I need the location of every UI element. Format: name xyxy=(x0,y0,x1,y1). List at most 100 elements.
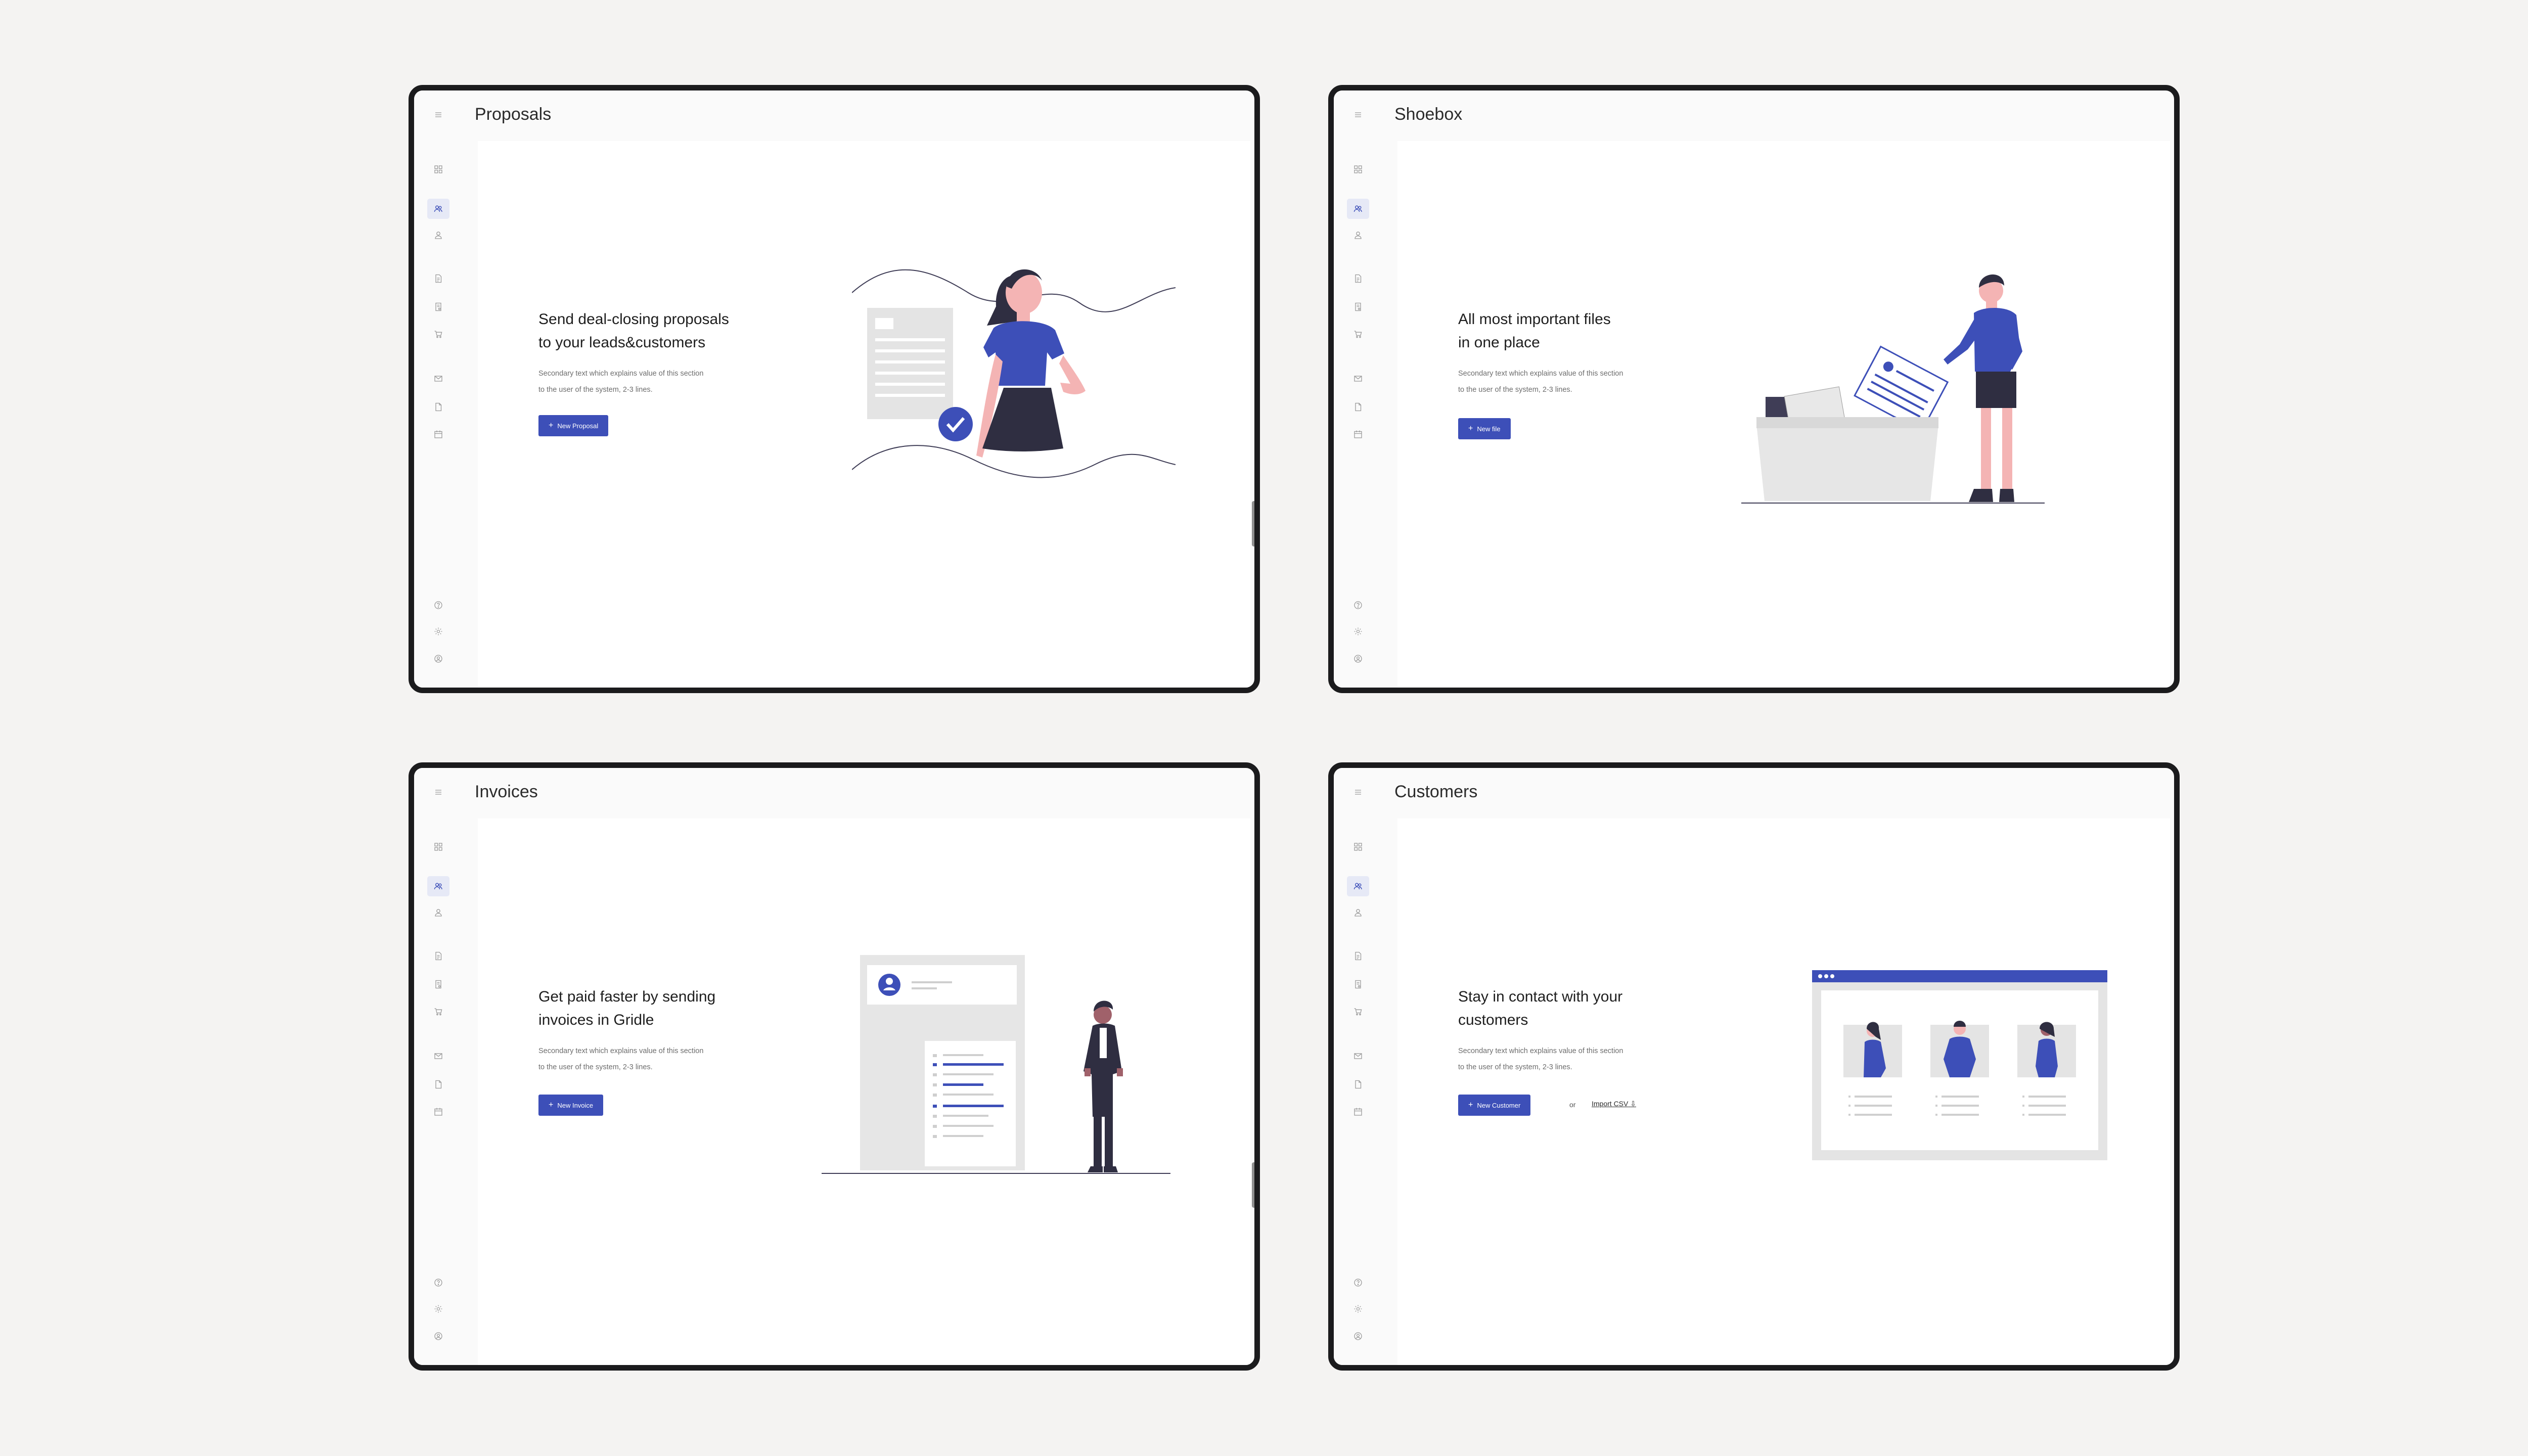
plus-icon: + xyxy=(1468,1101,1473,1109)
user-icon[interactable] xyxy=(431,228,445,242)
cart-icon[interactable] xyxy=(431,1005,445,1019)
user-icon[interactable] xyxy=(1351,228,1365,242)
menu-icon[interactable] xyxy=(431,108,445,122)
button-label: New Proposal xyxy=(557,422,599,430)
plus-icon: + xyxy=(1468,424,1473,433)
file-icon[interactable] xyxy=(1351,400,1365,414)
page-title: Invoices xyxy=(475,782,538,801)
mail-icon[interactable] xyxy=(431,372,445,386)
account-icon[interactable] xyxy=(431,652,445,666)
import-csv-link[interactable]: Import CSV ⇩ xyxy=(1592,1100,1636,1108)
dashboard-icon[interactable] xyxy=(431,162,445,176)
device-frame-proposals: Proposals Send deal-closing proposals to… xyxy=(409,85,1260,693)
plus-icon: + xyxy=(549,1101,554,1109)
invoice-icon[interactable] xyxy=(431,300,445,314)
dashboard-icon[interactable] xyxy=(1351,162,1365,176)
document-icon[interactable] xyxy=(1351,271,1365,286)
description-line: Secondary text which explains value of t… xyxy=(538,1047,704,1055)
document-icon[interactable] xyxy=(1351,949,1365,963)
button-label: New file xyxy=(1477,425,1501,433)
document-icon[interactable] xyxy=(431,271,445,286)
document-icon[interactable] xyxy=(431,949,445,963)
cart-icon[interactable] xyxy=(1351,327,1365,341)
empty-state-headline: Send deal-closing proposals to your lead… xyxy=(538,308,781,354)
help-icon[interactable] xyxy=(431,598,445,612)
mail-icon[interactable] xyxy=(1351,1049,1365,1063)
headline-line: customers xyxy=(1458,1012,1528,1028)
empty-state-headline: Get paid faster by sending invoices in G… xyxy=(538,985,781,1032)
calendar-icon[interactable] xyxy=(1351,427,1365,441)
empty-state-description: Secondary text which explains value of t… xyxy=(538,1043,771,1075)
description-line: to the user of the system, 2-3 lines. xyxy=(538,1063,653,1071)
user-icon[interactable] xyxy=(431,905,445,920)
headline-line: Send deal-closing proposals xyxy=(538,311,729,328)
sidebar xyxy=(414,90,465,688)
invoice-icon[interactable] xyxy=(431,977,445,991)
new-proposal-button[interactable]: + New Proposal xyxy=(538,415,609,436)
headline-line: All most important files xyxy=(1458,311,1611,328)
calendar-icon[interactable] xyxy=(431,427,445,441)
settings-icon[interactable] xyxy=(1351,624,1365,639)
invoice-illustration xyxy=(822,955,1170,1174)
new-customer-button[interactable]: + New Customer xyxy=(1458,1095,1531,1116)
new-invoice-button[interactable]: + New Invoice xyxy=(538,1095,604,1116)
calendar-icon[interactable] xyxy=(431,1105,445,1119)
sidebar xyxy=(1334,90,1384,688)
page-title: Proposals xyxy=(475,105,552,124)
sidebar xyxy=(1334,768,1384,1365)
mail-icon[interactable] xyxy=(1351,372,1365,386)
new-file-button[interactable]: + New file xyxy=(1458,418,1511,439)
headline-line: to your leads&customers xyxy=(538,334,706,351)
help-icon[interactable] xyxy=(1351,598,1365,612)
scrollbar-handle[interactable] xyxy=(1252,501,1254,547)
description-line: Secondary text which explains value of t… xyxy=(538,370,704,378)
scrollbar-handle[interactable] xyxy=(1252,1162,1254,1208)
page-title: Shoebox xyxy=(1394,105,1463,124)
invoice-icon[interactable] xyxy=(1351,300,1365,314)
menu-icon[interactable] xyxy=(1351,108,1365,122)
customers-illustration xyxy=(1812,970,2107,1160)
description-line: Secondary text which explains value of t… xyxy=(1458,370,1623,378)
file-icon[interactable] xyxy=(1351,1077,1365,1091)
menu-icon[interactable] xyxy=(431,785,445,799)
empty-state-panel: All most important files in one place Se… xyxy=(1397,141,2170,688)
file-icon[interactable] xyxy=(431,400,445,414)
mail-icon[interactable] xyxy=(431,1049,445,1063)
empty-state-panel: Get paid faster by sending invoices in G… xyxy=(478,818,1250,1365)
dashboard-icon[interactable] xyxy=(431,840,445,854)
headline-line: Get paid faster by sending xyxy=(538,988,716,1005)
users-icon[interactable] xyxy=(1347,876,1369,896)
help-icon[interactable] xyxy=(1351,1276,1365,1290)
users-icon[interactable] xyxy=(427,876,449,896)
cart-icon[interactable] xyxy=(431,327,445,341)
shoebox-illustration xyxy=(1741,274,2045,504)
settings-icon[interactable] xyxy=(431,1302,445,1316)
calendar-icon[interactable] xyxy=(1351,1105,1365,1119)
page-title: Customers xyxy=(1394,782,1478,801)
empty-state-panel: Send deal-closing proposals to your lead… xyxy=(478,141,1250,688)
menu-icon[interactable] xyxy=(1351,785,1365,799)
button-label: New Invoice xyxy=(557,1101,594,1109)
account-icon[interactable] xyxy=(1351,652,1365,666)
sidebar xyxy=(414,768,465,1365)
invoice-icon[interactable] xyxy=(1351,977,1365,991)
account-icon[interactable] xyxy=(431,1329,445,1343)
empty-state-panel: Stay in contact with your customers Seco… xyxy=(1397,818,2170,1365)
users-icon[interactable] xyxy=(427,199,449,219)
headline-line: Stay in contact with your xyxy=(1458,988,1623,1005)
settings-icon[interactable] xyxy=(1351,1302,1365,1316)
account-icon[interactable] xyxy=(1351,1329,1365,1343)
users-icon[interactable] xyxy=(1347,199,1369,219)
user-icon[interactable] xyxy=(1351,905,1365,920)
description-line: Secondary text which explains value of t… xyxy=(1458,1047,1623,1055)
description-line: to the user of the system, 2-3 lines. xyxy=(1458,386,1572,394)
description-line: to the user of the system, 2-3 lines. xyxy=(1458,1063,1572,1071)
help-icon[interactable] xyxy=(431,1276,445,1290)
empty-state-headline: Stay in contact with your customers xyxy=(1458,985,1701,1032)
link-label: Import CSV xyxy=(1592,1100,1629,1108)
dashboard-icon[interactable] xyxy=(1351,840,1365,854)
cart-icon[interactable] xyxy=(1351,1005,1365,1019)
file-icon[interactable] xyxy=(431,1077,445,1091)
description-line: to the user of the system, 2-3 lines. xyxy=(538,386,653,394)
settings-icon[interactable] xyxy=(431,624,445,639)
